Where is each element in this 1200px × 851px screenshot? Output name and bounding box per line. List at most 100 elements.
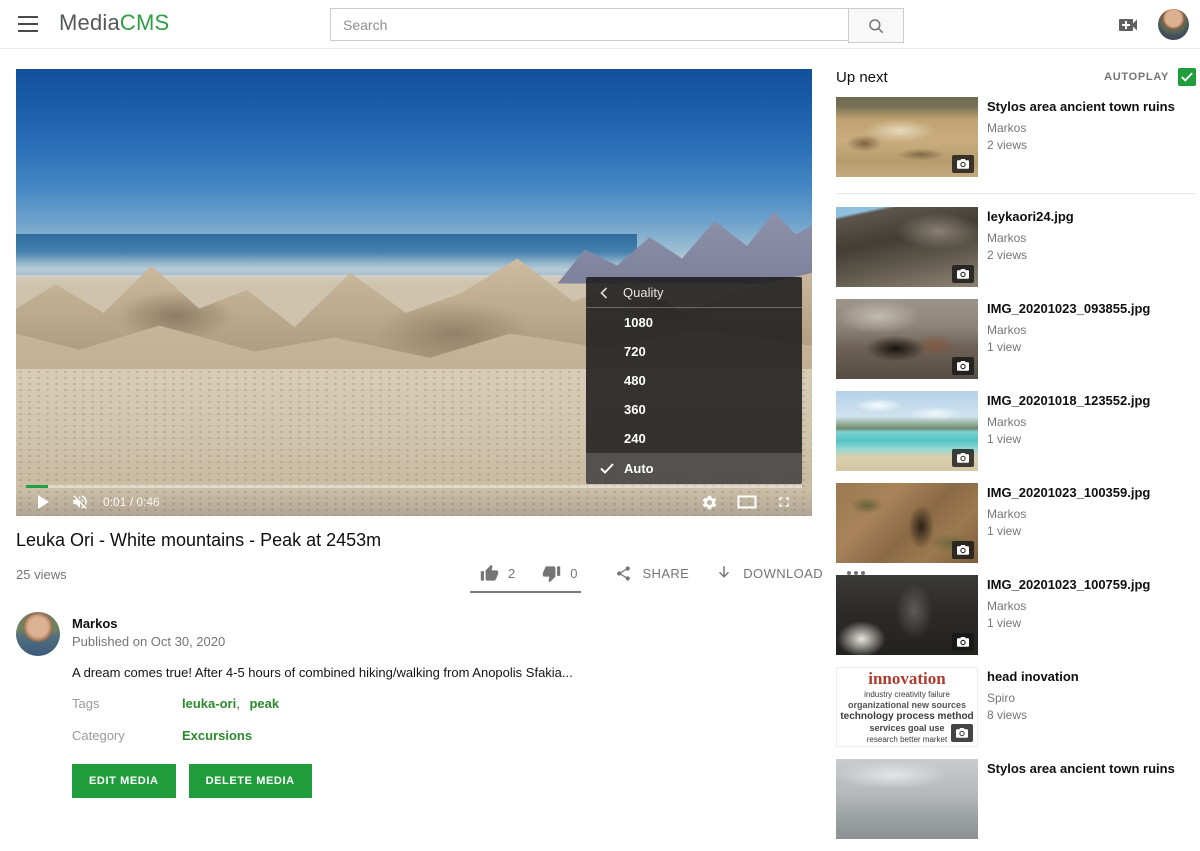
category-link[interactable]: Excursions <box>182 728 252 743</box>
dislike-button[interactable]: 0 <box>542 564 577 583</box>
list-item[interactable]: IMG_20201023_093855.jpg Markos 1 view <box>836 299 1196 379</box>
thumb-down-icon <box>542 564 561 583</box>
search-icon <box>867 17 885 35</box>
thumbnail-wordcloud[interactable]: innovation industry creativity failure o… <box>836 667 978 747</box>
video-player[interactable]: Quality 1080 720 480 360 240 Auto 0:01 /… <box>16 69 812 516</box>
list-item[interactable]: Stylos area ancient town ruins Markos 2 … <box>836 97 1196 177</box>
item-author[interactable]: Spiro <box>987 691 1193 705</box>
quality-option-1080[interactable]: 1080 <box>586 308 802 337</box>
mute-button[interactable] <box>71 493 89 511</box>
list-item[interactable]: innovation industry creativity failure o… <box>836 667 1196 747</box>
quality-option-480[interactable]: 480 <box>586 366 802 395</box>
item-views: 1 view <box>987 616 1193 630</box>
like-dislike-underline <box>470 591 581 593</box>
thumbnail-img-123552[interactable] <box>836 391 978 471</box>
quality-menu-back[interactable]: Quality <box>586 277 802 307</box>
play-button[interactable] <box>38 495 49 509</box>
camera-badge <box>952 449 974 467</box>
checkmark-icon <box>600 463 614 474</box>
item-title[interactable]: IMG_20201023_093855.jpg <box>987 300 1193 317</box>
thumbnail-stylos-ruins[interactable] <box>836 97 978 177</box>
camera-icon <box>956 728 968 738</box>
item-title[interactable]: Stylos area ancient town ruins <box>987 98 1193 115</box>
share-label: SHARE <box>642 566 689 581</box>
author-avatar[interactable] <box>16 612 60 656</box>
quality-option-720[interactable]: 720 <box>586 337 802 366</box>
item-author[interactable]: Markos <box>987 599 1193 613</box>
fullscreen-button[interactable] <box>776 494 792 510</box>
list-item[interactable]: Stylos area ancient town ruins <box>836 759 1196 839</box>
thumbnail-stylos-ruins-2[interactable] <box>836 759 978 839</box>
theater-mode-icon <box>737 495 757 509</box>
like-count: 2 <box>508 566 515 581</box>
top-bar: MediaCMS <box>0 0 1200 49</box>
category-label: Category <box>72 728 125 743</box>
volume-off-icon <box>71 493 89 511</box>
item-title[interactable]: Stylos area ancient town ruins <box>987 760 1193 777</box>
list-item[interactable]: leykaori24.jpg Markos 2 views <box>836 207 1196 287</box>
list-divider <box>836 193 1196 194</box>
list-item[interactable]: IMG_20201023_100759.jpg Markos 1 view <box>836 575 1196 655</box>
item-author[interactable]: Markos <box>987 507 1193 521</box>
tag-link-leuka-ori[interactable]: leuka-ori <box>182 696 246 711</box>
thumbnail-img-100359[interactable] <box>836 483 978 563</box>
quality-option-360[interactable]: 360 <box>586 395 802 424</box>
item-author[interactable]: Markos <box>987 121 1193 135</box>
autoplay-control: AUTOPLAY <box>1104 68 1196 86</box>
up-next-header: Up next AUTOPLAY <box>836 66 1196 88</box>
camera-badge <box>952 357 974 375</box>
quality-option-240[interactable]: 240 <box>586 424 802 453</box>
search-button[interactable] <box>848 8 904 43</box>
item-title[interactable]: leykaori24.jpg <box>987 208 1193 225</box>
item-title[interactable]: IMG_20201018_123552.jpg <box>987 392 1193 409</box>
list-item[interactable]: IMG_20201023_100359.jpg Markos 1 view <box>836 483 1196 563</box>
quality-option-auto[interactable]: Auto <box>586 453 802 484</box>
camera-badge <box>952 541 974 559</box>
item-views: 1 view <box>987 432 1193 446</box>
chevron-left-icon <box>600 287 608 299</box>
edit-media-button[interactable]: EDIT MEDIA <box>72 764 176 798</box>
camera-badge <box>952 265 974 283</box>
thumbnail-img-100759[interactable] <box>836 575 978 655</box>
views-count: 25 views <box>16 567 67 582</box>
up-next-list: Stylos area ancient town ruins Markos 2 … <box>836 97 1196 851</box>
gear-icon <box>701 494 718 511</box>
autoplay-checkbox[interactable] <box>1178 68 1196 86</box>
download-button[interactable]: DOWNLOAD <box>715 564 823 582</box>
menu-icon[interactable] <box>18 16 38 32</box>
video-camera-plus-icon <box>1116 13 1140 37</box>
item-author[interactable]: Markos <box>987 231 1193 245</box>
item-title[interactable]: IMG_20201023_100759.jpg <box>987 576 1193 593</box>
camera-icon <box>957 453 969 463</box>
tag-link-peak[interactable]: peak <box>249 696 279 711</box>
search-input[interactable] <box>330 8 848 41</box>
published-date: Published on Oct 30, 2020 <box>72 634 225 649</box>
upload-media-button[interactable] <box>1116 13 1140 37</box>
item-title[interactable]: IMG_20201023_100359.jpg <box>987 484 1193 501</box>
tags-list: leuka-ori peak <box>182 696 279 711</box>
item-author[interactable]: Markos <box>987 323 1193 337</box>
item-views: 2 views <box>987 248 1193 262</box>
user-avatar[interactable] <box>1158 9 1189 40</box>
theater-mode-button[interactable] <box>737 495 757 509</box>
author-name[interactable]: Markos <box>72 616 118 631</box>
delete-media-button[interactable]: DELETE MEDIA <box>189 764 312 798</box>
item-title[interactable]: head inovation <box>987 668 1193 685</box>
item-views: 2 views <box>987 138 1193 152</box>
thumbnail-img-093855[interactable] <box>836 299 978 379</box>
camera-icon <box>957 545 969 555</box>
media-actions: 2 0 SHARE DOWNLOAD <box>470 556 865 590</box>
settings-button[interactable] <box>701 494 718 511</box>
thumbnail-leykaori24[interactable] <box>836 207 978 287</box>
media-admin-buttons: EDIT MEDIA DELETE MEDIA <box>72 764 312 798</box>
list-item[interactable]: IMG_20201018_123552.jpg Markos 1 view <box>836 391 1196 471</box>
camera-icon <box>957 637 969 647</box>
like-button[interactable]: 2 <box>480 564 515 583</box>
logo-cms-text: CMS <box>120 10 170 35</box>
item-views: 8 views <box>987 708 1193 722</box>
share-button[interactable]: SHARE <box>615 565 689 582</box>
item-author[interactable]: Markos <box>987 415 1193 429</box>
time-display: 0:01 / 0:46 <box>103 495 160 509</box>
up-next-title: Up next <box>836 69 888 86</box>
app-logo[interactable]: MediaCMS <box>59 10 169 36</box>
